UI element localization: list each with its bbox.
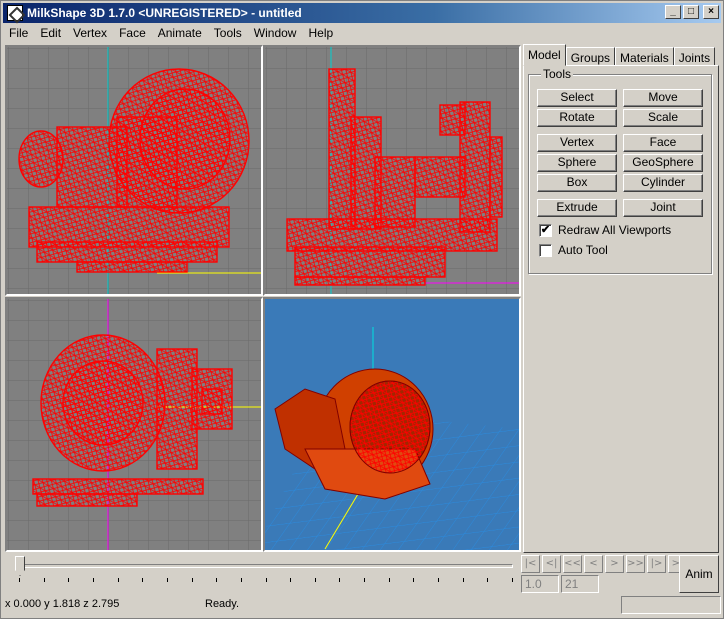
redraw-all-viewports-checkbox[interactable]: ✔ — [539, 223, 552, 237]
previous-frame-button[interactable]: < — [584, 555, 603, 573]
model-tab-page: Tools Select Move Rotate Scale Vertex Fa… — [523, 65, 719, 553]
slider-tick — [92, 578, 94, 582]
cursor-coordinates: x 0.000 y 1.818 z 2.795 — [5, 598, 120, 610]
scale-button[interactable]: Scale — [623, 109, 703, 127]
slider-tick — [166, 578, 168, 582]
slider-tick — [117, 578, 119, 582]
face-button[interactable]: Face — [623, 134, 703, 152]
sphere-button[interactable]: Sphere — [537, 154, 617, 172]
box-button[interactable]: Box — [537, 174, 617, 192]
next-frame-button[interactable]: > — [605, 555, 624, 573]
animation-controls: |< <| << < > >> |> >| — [521, 555, 687, 573]
slider-tick — [290, 578, 292, 582]
tab-joints[interactable]: Joints — [673, 47, 716, 66]
end-frame-field[interactable]: 21 — [561, 575, 599, 593]
tab-materials[interactable]: Materials — [615, 47, 674, 66]
tools-group: Tools Select Move Rotate Scale Vertex Fa… — [528, 67, 712, 274]
status-message: Ready. — [205, 598, 240, 610]
move-button[interactable]: Move — [623, 89, 703, 107]
slider-tick — [191, 578, 193, 582]
tool-panel: Model Groups Materials Joints Tools Sele… — [521, 43, 721, 553]
slider-tick — [216, 578, 218, 582]
title-bar[interactable]: MilkShape 3D 1.7.0 <UNREGISTERED> - unti… — [3, 3, 721, 23]
cylinder-button[interactable]: Cylinder — [623, 174, 703, 192]
viewport-side[interactable] — [263, 45, 521, 296]
panel-tabs: Model Groups Materials Joints — [523, 44, 716, 66]
window-title: MilkShape 3D 1.7.0 <UNREGISTERED> - unti… — [27, 6, 302, 20]
slider-tick — [413, 578, 415, 582]
menu-face[interactable]: Face — [113, 26, 152, 40]
anim-button[interactable]: Anim — [679, 555, 719, 593]
slider-tick — [339, 578, 341, 582]
auto-tool-checkbox[interactable] — [539, 243, 552, 257]
viewport-3d[interactable] — [263, 297, 521, 552]
previous-key-button[interactable]: <| — [542, 555, 561, 573]
menu-tools[interactable]: Tools — [208, 26, 248, 40]
vertex-button[interactable]: Vertex — [537, 134, 617, 152]
viewport-top[interactable] — [5, 297, 263, 552]
rotate-button[interactable]: Rotate — [537, 109, 617, 127]
rewind-button[interactable]: << — [563, 555, 582, 573]
menu-file[interactable]: File — [3, 26, 34, 40]
menu-help[interactable]: Help — [302, 26, 339, 40]
slider-tick — [487, 578, 489, 582]
viewport-front[interactable] — [5, 45, 263, 296]
slider-tick — [438, 578, 440, 582]
menu-edit[interactable]: Edit — [34, 26, 67, 40]
slider-thumb[interactable] — [15, 556, 25, 576]
slider-tick — [142, 578, 144, 582]
menu-animate[interactable]: Animate — [152, 26, 208, 40]
slider-tick — [240, 578, 242, 582]
milkshape-app-icon[interactable] — [7, 5, 23, 21]
menu-bar: File Edit Vertex Face Animate Tools Wind… — [3, 24, 339, 42]
auto-tool-option[interactable]: Auto Tool — [539, 243, 608, 257]
tab-model[interactable]: Model — [523, 44, 566, 66]
app-window: MilkShape 3D 1.7.0 <UNREGISTERED> - unti… — [0, 0, 724, 619]
slider-tick — [462, 578, 464, 582]
menu-vertex[interactable]: Vertex — [67, 26, 113, 40]
next-key-button[interactable]: |> — [647, 555, 666, 573]
slider-tick — [43, 578, 45, 582]
slider-tick — [314, 578, 316, 582]
close-button[interactable]: × — [703, 5, 719, 19]
auto-tool-label: Auto Tool — [558, 243, 608, 257]
maximize-button[interactable]: □ — [683, 5, 699, 19]
slider-tick — [68, 578, 70, 582]
first-frame-button[interactable]: |< — [521, 555, 540, 573]
slider-track[interactable] — [19, 564, 513, 568]
slider-tick — [19, 578, 20, 582]
select-button[interactable]: Select — [537, 89, 617, 107]
tab-groups[interactable]: Groups — [565, 47, 616, 66]
geosphere-button[interactable]: GeoSphere — [623, 154, 703, 172]
slider-ticks — [19, 578, 513, 584]
fast-forward-button[interactable]: >> — [626, 555, 645, 573]
timeline-slider[interactable] — [5, 554, 519, 594]
slider-tick — [364, 578, 366, 582]
extrude-button[interactable]: Extrude — [537, 199, 617, 217]
redraw-all-viewports-option[interactable]: ✔ Redraw All Viewports — [539, 223, 671, 237]
status-bar: x 0.000 y 1.818 z 2.795 Ready. — [3, 595, 721, 615]
slider-tick — [512, 578, 513, 582]
minimize-button[interactable]: _ — [665, 5, 681, 19]
slider-tick — [388, 578, 390, 582]
joint-button[interactable]: Joint — [623, 199, 703, 217]
tools-group-label: Tools — [541, 67, 574, 81]
redraw-all-viewports-label: Redraw All Viewports — [558, 223, 672, 237]
slider-tick — [265, 578, 267, 582]
start-frame-field[interactable]: 1.0 — [521, 575, 559, 593]
menu-window[interactable]: Window — [248, 26, 303, 40]
status-panel — [621, 596, 721, 614]
